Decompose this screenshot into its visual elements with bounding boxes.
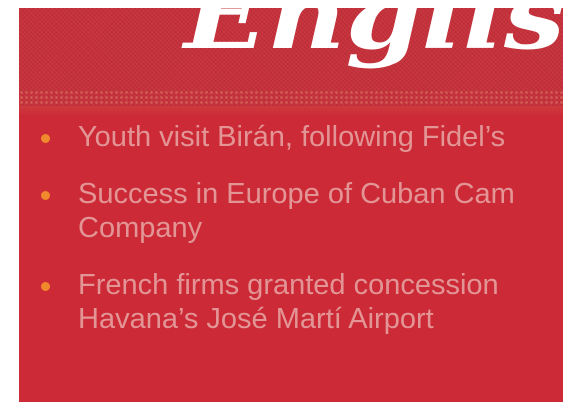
english-logo: English (180, 8, 563, 70)
bullet-item: French firms granted concession Havana’s… (19, 268, 563, 336)
bullet-line: French firms granted concession (78, 269, 499, 301)
bullet-line: Company (78, 212, 203, 244)
bullet-item: Success in Europe of Cuban Cam Company (19, 177, 563, 245)
slide-viewport: English Youth visit Birán, following Fid… (0, 0, 563, 402)
bullet-list: Youth visit Birán, following Fidel’s Suc… (19, 120, 563, 359)
bullet-line: Youth visit Birán, following Fidel’s (78, 121, 506, 153)
bullet-dot-icon (41, 191, 50, 200)
bullet-line: Success in Europe of Cuban Cam (78, 178, 515, 210)
bullet-dot-icon (41, 134, 50, 143)
bullet-item: Youth visit Birán, following Fidel’s (19, 120, 563, 154)
logo-text: English (180, 8, 563, 70)
bullet-line: Havana’s José Martí Airport (78, 303, 434, 335)
bullet-dot-icon (41, 282, 50, 291)
slide-panel: English Youth visit Birán, following Fid… (19, 8, 563, 402)
